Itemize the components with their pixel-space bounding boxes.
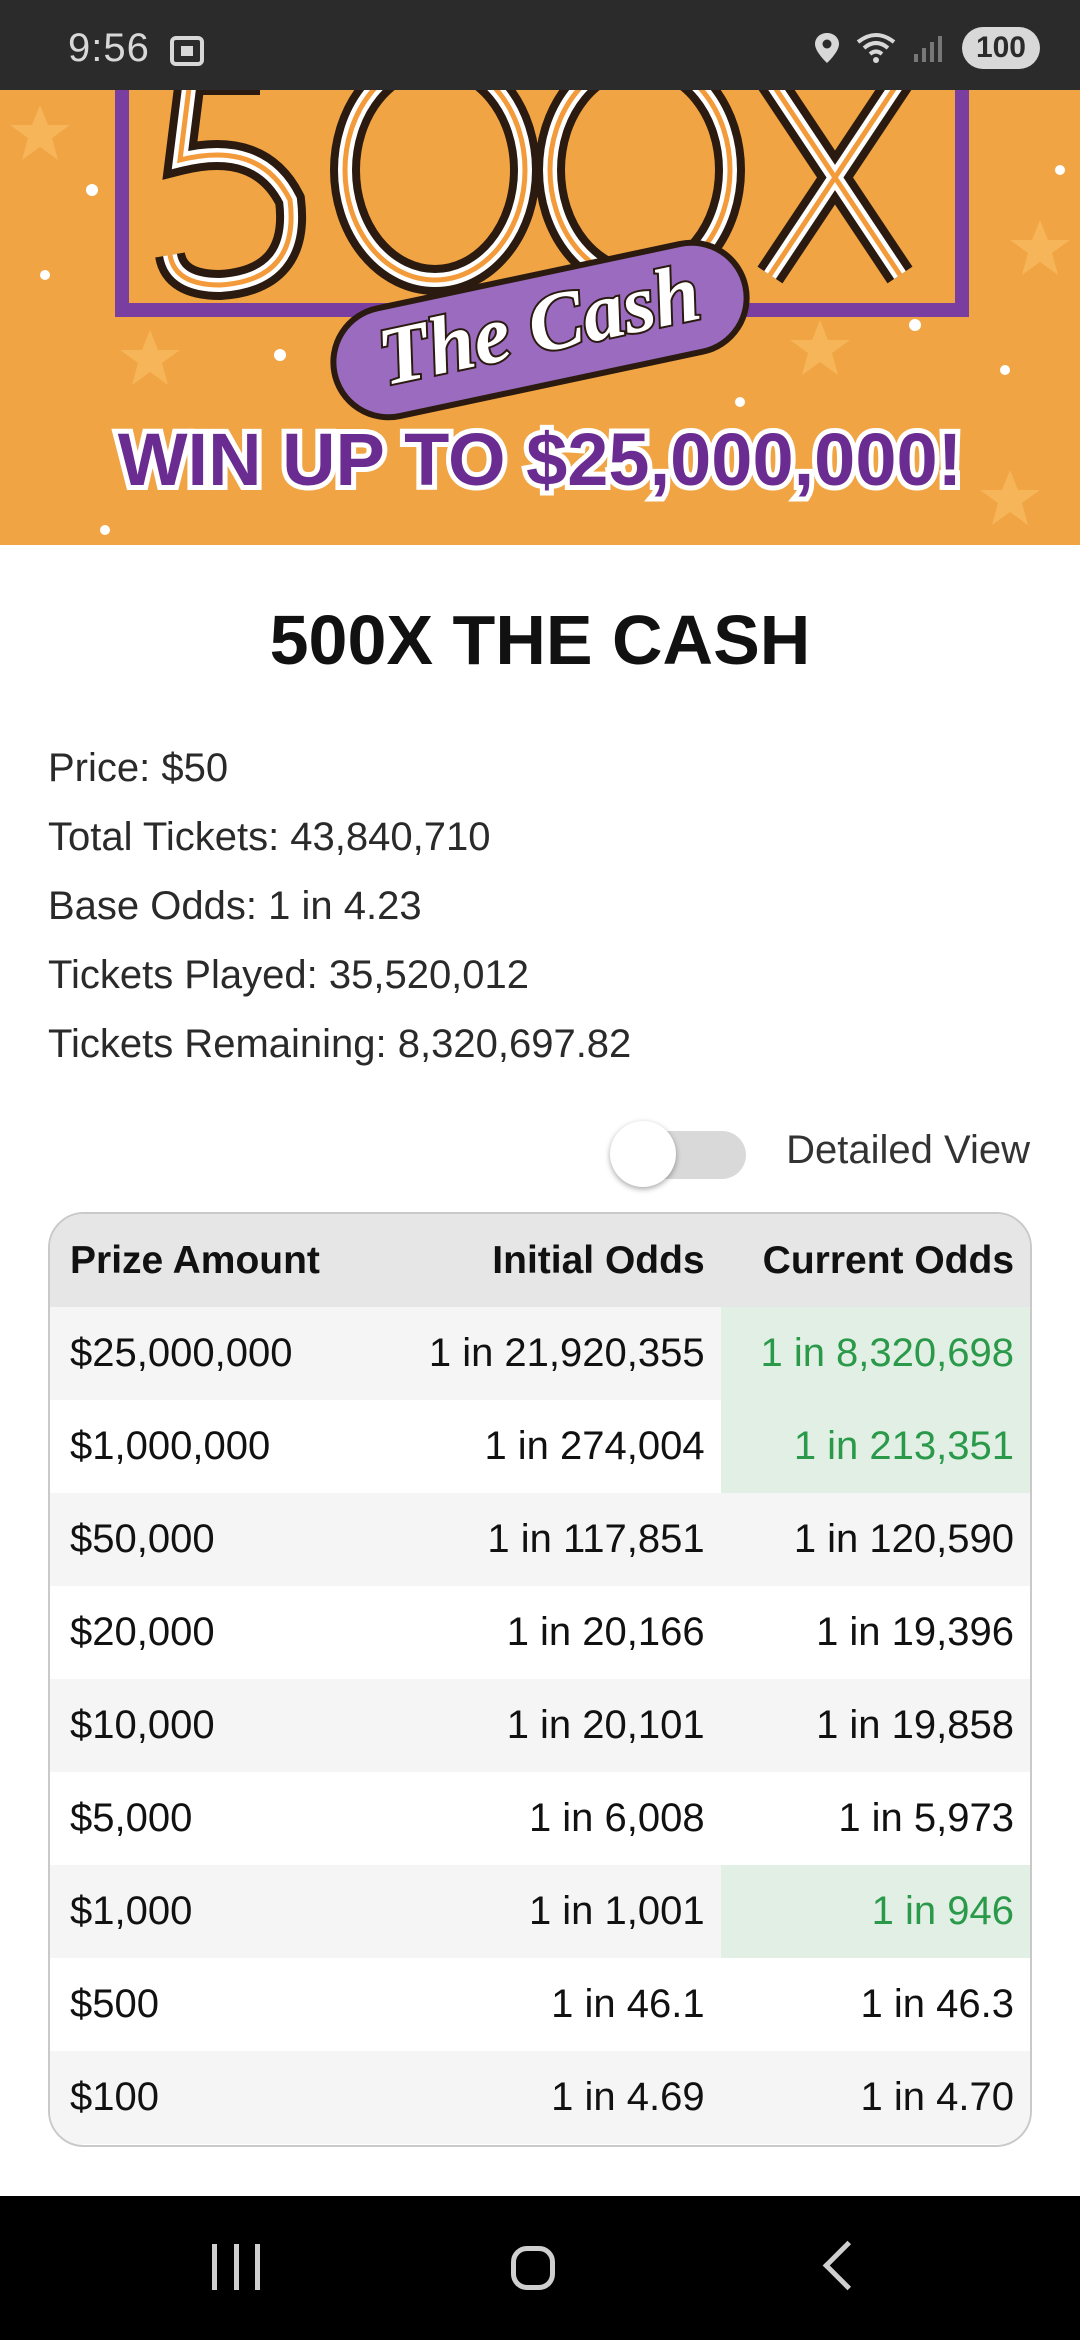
toggle-knob — [610, 1121, 677, 1187]
table-row: $100 1 in 4.69 1 in 4.70 — [50, 2051, 1030, 2144]
total-tickets-text: Total Tickets: 43,840,710 — [48, 815, 491, 859]
table-row: $1,000 1 in 1,001 1 in 946 — [50, 1865, 1030, 1958]
initial-odds-cell: 1 in 46.1 — [551, 1982, 705, 2026]
initial-odds-cell: 1 in 20,101 — [506, 1703, 705, 1747]
status-time: 9:56 — [68, 26, 150, 70]
recent-apps-icon[interactable] — [212, 2244, 260, 2290]
prize-cell: $1,000,000 — [70, 1424, 271, 1468]
initial-odds-cell: 1 in 1,001 — [528, 1889, 705, 1933]
tickets-remaining-text: Tickets Remaining: 8,320,697.82 — [48, 1022, 632, 1066]
table-header: Prize Amount Initial Odds Current Odds — [50, 1214, 1030, 1307]
current-odds-cell: 1 in 19,858 — [816, 1703, 1015, 1747]
banner-artwork: The Cash WIN UP TO $25,000,000! — [0, 90, 1080, 545]
initial-odds-cell: 1 in 21,920,355 — [428, 1331, 705, 1375]
current-odds-cell: 1 in 120,590 — [793, 1517, 1015, 1561]
table-row: $50,000 1 in 117,851 1 in 120,590 — [50, 1493, 1030, 1586]
location-icon — [814, 33, 839, 63]
wifi-icon — [856, 33, 896, 63]
current-odds-cell: 1 in 946 — [720, 1865, 1030, 1958]
initial-odds-cell: 1 in 117,851 — [487, 1517, 705, 1561]
status-icons: 100 — [814, 26, 1040, 70]
header-prize-amount: Prize Amount — [70, 1238, 320, 1282]
back-icon[interactable] — [822, 2240, 873, 2291]
initial-odds-cell: 1 in 6,008 — [528, 1796, 705, 1840]
system-nav-bar — [0, 2196, 1080, 2340]
current-odds-cell: 1 in 46.3 — [860, 1982, 1015, 2026]
banner-tagline: WIN UP TO $25,000,000! — [118, 418, 963, 501]
home-icon[interactable] — [511, 2246, 555, 2290]
prize-cell: $25,000,000 — [70, 1331, 293, 1375]
prize-cell: $10,000 — [70, 1703, 215, 1747]
status-bar: 9:56 100 — [0, 0, 1080, 90]
current-odds-cell: 1 in 19,396 — [816, 1610, 1015, 1654]
base-odds-text: Base Odds: 1 in 4.23 — [48, 884, 422, 928]
initial-odds-cell: 1 in 4.69 — [551, 2075, 705, 2119]
table-row: $1,000,000 1 in 274,004 1 in 213,351 — [50, 1400, 1030, 1493]
initial-odds-cell: 1 in 274,004 — [484, 1424, 705, 1468]
initial-odds-cell: 1 in 20,166 — [506, 1610, 705, 1654]
prize-cell: $500 — [70, 1982, 159, 2026]
screenshot-icon — [170, 36, 204, 66]
table-row: $20,000 1 in 20,166 1 in 19,396 — [50, 1586, 1030, 1679]
detailed-view-label: Detailed View — [786, 1127, 1030, 1172]
cell-signal-icon — [913, 36, 942, 62]
current-odds-cell: 1 in 5,973 — [838, 1796, 1015, 1840]
game-banner-image: The Cash WIN UP TO $25,000,000! — [0, 90, 1080, 545]
current-odds-cell: 1 in 4.70 — [860, 2075, 1015, 2119]
prize-cell: $20,000 — [70, 1610, 215, 1654]
odds-table: Prize Amount Initial Odds Current Odds $… — [48, 1212, 1032, 2147]
current-odds-cell: 1 in 8,320,698 — [720, 1307, 1030, 1400]
detailed-view-row: Detailed View — [610, 1115, 1030, 1187]
prize-cell: $50,000 — [70, 1517, 215, 1561]
prize-cell: $100 — [70, 2075, 159, 2119]
battery-icon: 100 — [961, 27, 1040, 69]
tickets-played-text: Tickets Played: 35,520,012 — [48, 953, 530, 997]
current-odds-cell: 1 in 213,351 — [720, 1400, 1030, 1493]
page-title: 500X THE CASH — [269, 601, 811, 679]
prize-cell: $1,000 — [70, 1889, 193, 1933]
table-row: $25,000,000 1 in 21,920,355 1 in 8,320,698 — [50, 1307, 1030, 1400]
header-current-odds: Current Odds — [762, 1238, 1015, 1282]
detailed-view-toggle[interactable] — [610, 1121, 747, 1187]
price-text: Price: $50 — [48, 746, 229, 790]
game-info: Price: $50 Total Tickets: 43,840,710 Bas… — [48, 740, 631, 1085]
table-body: $25,000,000 1 in 21,920,355 1 in 8,320,698… — [50, 1307, 1030, 2144]
header-initial-odds: Initial Odds — [492, 1238, 705, 1282]
table-row: $5,000 1 in 6,008 1 in 5,973 — [50, 1772, 1030, 1865]
table-row: $10,000 1 in 20,101 1 in 19,858 — [50, 1679, 1030, 1772]
table-row: $500 1 in 46.1 1 in 46.3 — [50, 1958, 1030, 2051]
prize-cell: $5,000 — [70, 1796, 193, 1840]
